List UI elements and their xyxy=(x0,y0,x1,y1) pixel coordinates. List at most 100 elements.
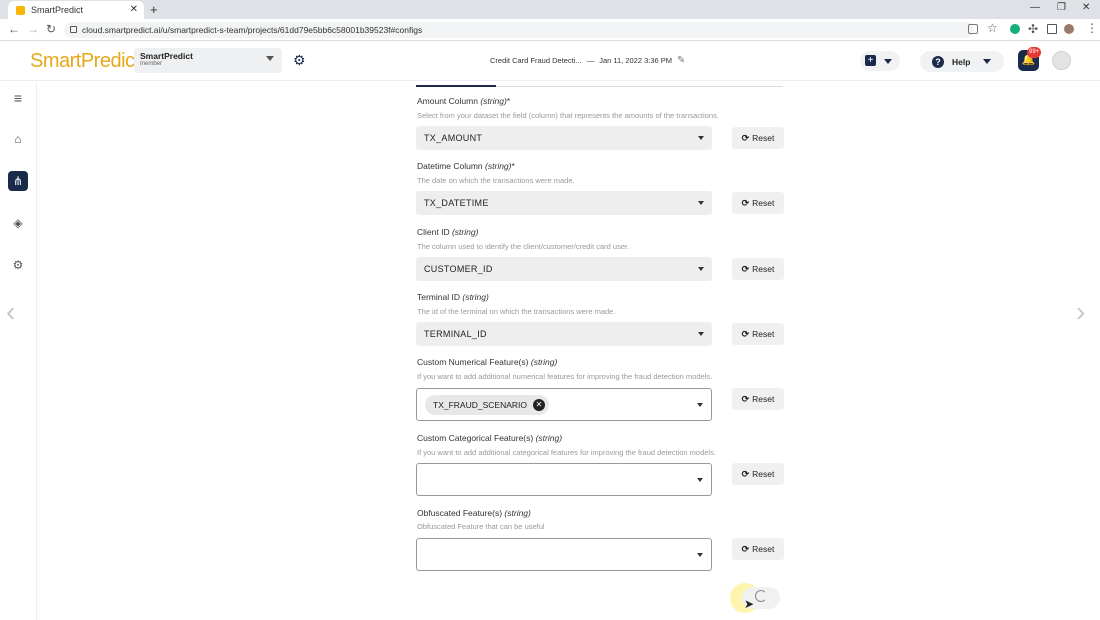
next-arrow-icon[interactable]: › xyxy=(1076,296,1085,328)
lock-icon xyxy=(70,26,77,33)
org-role: member xyxy=(140,61,163,67)
dropdown-caret-icon xyxy=(698,136,704,140)
reset-button[interactable]: ⟳ Reset xyxy=(732,323,784,345)
dropdown-caret-icon xyxy=(698,201,704,205)
dropdown-caret-icon xyxy=(698,267,704,271)
refresh-icon: ⟳ xyxy=(741,132,750,143)
reset-button[interactable]: ⟳ Reset xyxy=(732,538,784,560)
terminal-id-select[interactable]: TERMINAL_ID xyxy=(416,322,712,346)
url-field[interactable]: cloud.smartpredict.ai/u/smartpredict-s-t… xyxy=(64,22,974,38)
field-label-datetime: Datetime Column (string)* xyxy=(417,161,515,171)
help-label: Help xyxy=(952,56,971,67)
extensions-puzzle-icon[interactable]: ✣ xyxy=(1028,22,1038,36)
client-id-select[interactable]: CUSTOMER_ID xyxy=(416,257,712,281)
mouse-cursor-icon: ➤ xyxy=(744,597,755,611)
refresh-icon: ⟳ xyxy=(741,393,750,404)
reset-button[interactable]: ⟳ Reset xyxy=(732,463,784,485)
dropdown-caret-icon xyxy=(697,403,703,407)
org-selector[interactable]: SmartPredict member xyxy=(134,48,282,73)
field-label-obfuscated: Obfuscated Feature(s) (string) xyxy=(417,508,531,518)
field-label-custom-numerical: Custom Numerical Feature(s) (string) xyxy=(417,357,558,367)
refresh-icon: ⟳ xyxy=(741,263,750,274)
chevron-down-icon xyxy=(884,59,892,64)
forward-icon[interactable]: → xyxy=(27,22,39,36)
address-bar: ← → ↻ cloud.smartpredict.ai/u/smartpredi… xyxy=(0,19,1100,41)
bookmark-star-icon[interactable]: ☆ xyxy=(987,21,998,35)
remove-chip-icon[interactable]: ✕ xyxy=(533,399,545,411)
url-text: cloud.smartpredict.ai/u/smartpredict-s-t… xyxy=(82,25,423,35)
config-tabs xyxy=(416,82,783,87)
side-panel-icon[interactable] xyxy=(1047,24,1057,34)
dropdown-caret-icon xyxy=(697,478,703,482)
chevron-down-icon xyxy=(983,59,991,64)
browser-menu-icon[interactable]: ⋮ xyxy=(1086,21,1098,35)
reset-button[interactable]: ⟳ Reset xyxy=(732,127,784,149)
dropdown-caret-icon xyxy=(697,553,703,557)
maximize-icon[interactable]: ❐ xyxy=(1057,2,1066,13)
new-tab-icon[interactable]: + xyxy=(150,2,158,17)
dropdown-caret-icon xyxy=(698,332,704,336)
sidebar: ≡ ⌂ ⋔ ◈ ⚙ xyxy=(0,82,37,620)
field-label-custom-categorical: Custom Categorical Feature(s) (string) xyxy=(417,433,563,443)
app-header: SmartPredict SmartPredict member ⚙ Credi… xyxy=(0,41,1100,81)
chevron-down-icon xyxy=(266,56,274,61)
amount-column-select[interactable]: TX_AMOUNT xyxy=(416,126,712,150)
field-desc-custom-numerical: If you want to add additional numerical … xyxy=(417,372,713,381)
datetime-column-select[interactable]: TX_DATETIME xyxy=(416,191,712,215)
window-close-icon[interactable]: ✕ xyxy=(1082,2,1090,13)
project-info: Credit Card Fraud Detecti... — Jan 11, 2… xyxy=(490,55,685,66)
add-menu-button[interactable]: + xyxy=(860,51,900,71)
flowchart-icon[interactable]: ⋔ xyxy=(8,171,28,191)
minimize-icon[interactable]: — xyxy=(1030,2,1040,13)
notification-badge: 99+ xyxy=(1027,47,1042,58)
settings-icon[interactable]: ⚙ xyxy=(8,255,28,275)
custom-categorical-multiselect[interactable] xyxy=(416,463,712,496)
spinner-icon xyxy=(755,590,767,602)
logo[interactable]: SmartPredict xyxy=(30,50,140,73)
extension-grammarly-icon[interactable] xyxy=(1010,24,1020,34)
obfuscated-multiselect[interactable] xyxy=(416,538,712,571)
layers-icon[interactable]: ◈ xyxy=(8,213,28,233)
refresh-icon: ⟳ xyxy=(741,328,750,339)
help-button[interactable]: ? Help xyxy=(920,51,1004,72)
back-icon[interactable]: ← xyxy=(8,22,20,36)
reset-button[interactable]: ⟳ Reset xyxy=(732,258,784,280)
active-tab-indicator xyxy=(416,85,496,87)
reset-button[interactable]: ⟳ Reset xyxy=(732,388,784,410)
share-icon[interactable] xyxy=(968,24,978,34)
field-label-amount: Amount Column (string)* xyxy=(417,96,511,106)
refresh-icon: ⟳ xyxy=(741,543,750,554)
profile-avatar-icon[interactable] xyxy=(1064,24,1074,34)
reload-icon[interactable]: ↻ xyxy=(46,22,56,36)
browser-tab[interactable]: SmartPredict ✕ xyxy=(8,1,144,19)
separator-dash: — xyxy=(586,56,595,65)
gear-icon[interactable]: ⚙ xyxy=(293,52,306,69)
refresh-icon: ⟳ xyxy=(741,197,750,208)
field-desc-client-id: The column used to identify the client/c… xyxy=(417,242,630,251)
field-desc-obfuscated: Obfuscated Feature that can be useful xyxy=(417,522,545,531)
browser-tab-bar: SmartPredict ✕ + — ❐ ✕ xyxy=(0,0,1100,19)
field-desc-datetime: The date on which the transactions were … xyxy=(417,176,575,185)
tab-title: SmartPredict xyxy=(31,5,84,15)
home-icon[interactable]: ⌂ xyxy=(8,129,28,149)
hamburger-menu-icon[interactable]: ≡ xyxy=(8,88,28,108)
org-name: SmartPredict xyxy=(140,51,193,61)
field-label-terminal-id: Terminal ID (string) xyxy=(417,292,489,302)
field-label-client-id: Client ID (string) xyxy=(417,227,479,237)
project-title: Credit Card Fraud Detecti... xyxy=(490,56,582,65)
favicon-icon xyxy=(16,5,25,15)
reset-button[interactable]: ⟳ Reset xyxy=(732,192,784,214)
selected-chip: TX_FRAUD_SCENARIO ✕ xyxy=(425,395,549,415)
prev-arrow-icon[interactable]: ‹ xyxy=(6,296,15,328)
field-desc-custom-categorical: If you want to add additional categorica… xyxy=(417,448,716,457)
field-desc-terminal-id: The id of the terminal on which the tran… xyxy=(417,307,616,316)
refresh-icon: ⟳ xyxy=(741,468,750,479)
close-tab-icon[interactable]: ✕ xyxy=(130,4,138,15)
question-icon: ? xyxy=(932,55,944,68)
project-date: Jan 11, 2022 3:36 PM xyxy=(599,56,673,65)
plus-icon: + xyxy=(865,55,876,66)
field-desc-amount: Select from your dataset the field (colu… xyxy=(417,111,719,120)
custom-numerical-multiselect[interactable]: TX_FRAUD_SCENARIO ✕ xyxy=(416,388,712,421)
user-avatar[interactable] xyxy=(1052,51,1071,70)
edit-pencil-icon[interactable]: ✎ xyxy=(677,55,685,66)
